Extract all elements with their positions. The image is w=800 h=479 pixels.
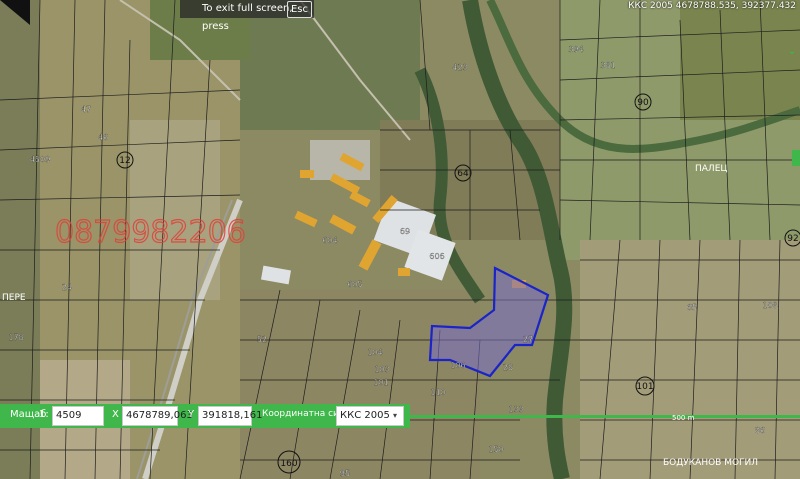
parcel-number: 46 [98, 133, 108, 142]
circle-label-160: 160 [280, 459, 297, 469]
parcel-number: 95 [340, 469, 350, 478]
dropdown-arrow-icon[interactable]: ▾ [393, 411, 397, 420]
parcel-number: 4509 [30, 155, 50, 164]
x-coordinate-label: X [112, 409, 119, 420]
parcel-number: 101 [373, 378, 388, 387]
parcel-number: 423 [452, 63, 467, 72]
parcel-number: 605 [347, 280, 362, 289]
place-label-palets: ПАЛЕЦ [695, 164, 727, 174]
parcel-number: 606 [429, 252, 444, 261]
parcel-number: 28 [503, 363, 513, 372]
circle-label-90: 90 [637, 98, 649, 108]
parcel-number: 108 [762, 301, 777, 310]
x-coordinate-input[interactable]: 4678789,063 [122, 406, 193, 426]
parcel-number: 104 [367, 348, 382, 357]
circle-label-12: 12 [119, 156, 130, 166]
esc-key-badge: Esc [286, 1, 312, 18]
scale-input[interactable]: 4509 [52, 406, 104, 426]
cursor-coordinates-readout: ККС 2005 4678788.535, 392377.432 [628, 1, 796, 11]
parcel-number: 106 [450, 361, 465, 370]
parcel-number: 65 [687, 303, 697, 312]
phone-watermark: 0879982206 [55, 215, 246, 250]
right-panel-handle[interactable] [792, 150, 800, 166]
y-coordinate-input[interactable]: 391818,161 [198, 406, 262, 426]
parcel-number: 394 [568, 45, 583, 54]
y-coordinate-label: Y [188, 409, 195, 420]
parcel-number: 150 [488, 445, 503, 454]
circle-label-64: 64 [457, 169, 469, 179]
circle-label-92: 92 [787, 234, 798, 244]
collapse-chevron-icon[interactable]: ⌄ [786, 45, 798, 57]
scale-prefix: 1: [39, 409, 49, 420]
parcel-number: 69 [400, 227, 410, 236]
parcel-number: 110 [430, 388, 445, 397]
place-label-pere: ПЕРЕ [2, 293, 26, 303]
scale-bar-label: 500 m [672, 414, 695, 422]
circle-label-101: 101 [636, 382, 653, 392]
fullscreen-notice: To exit full screen, press Esc [180, 0, 314, 32]
parcel-number: 24 [62, 283, 72, 292]
parcel-number: 103 [374, 365, 389, 374]
place-label-bodyukanov: БОДУКАНОВ МОГИЛ [663, 458, 758, 468]
parcel-number: 52 [257, 335, 267, 344]
scale-bar-line [410, 415, 800, 418]
parcel-number: 178 [8, 333, 23, 342]
parcel-number: 604 [322, 236, 337, 245]
parcel-number: 27 [523, 335, 533, 344]
parcel-number: 47 [81, 105, 91, 114]
parcel-number: 381 [600, 61, 615, 70]
